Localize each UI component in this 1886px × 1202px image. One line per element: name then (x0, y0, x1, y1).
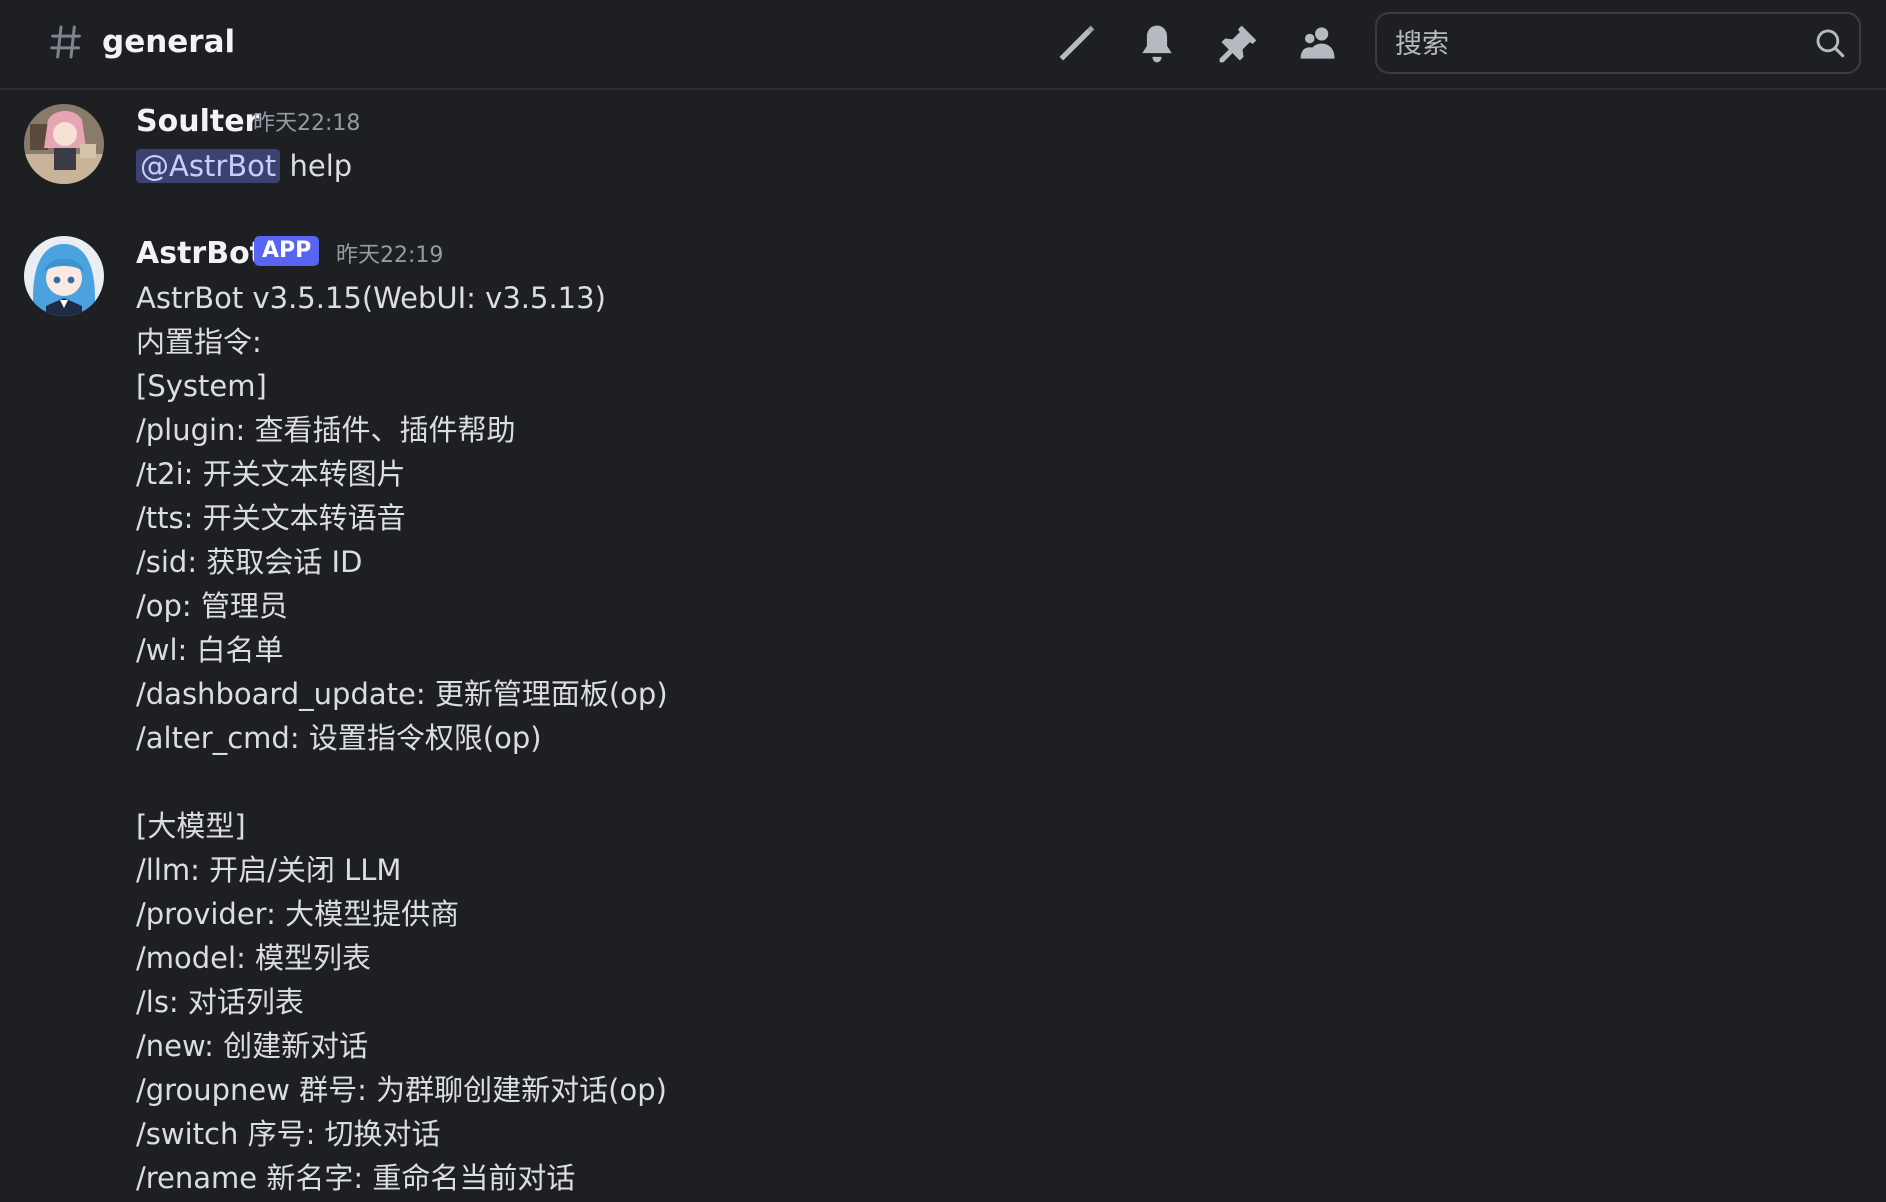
message-line: AstrBot v3.5.15(WebUI: v3.5.13) (136, 281, 606, 315)
message-line: /switch 序号: 切换对话 (136, 1117, 441, 1151)
message-line: /sid: 获取会话 ID (136, 545, 363, 579)
message-line: /provider: 大模型提供商 (136, 897, 460, 931)
user-mention[interactable]: @AstrBot (136, 149, 281, 183)
message-line: /ls: 对话列表 (136, 985, 304, 1019)
bell-icon[interactable] (1135, 22, 1179, 66)
message-text: help (289, 149, 353, 183)
members-icon[interactable] (1296, 22, 1340, 66)
message-line: /groupnew 群号: 为群聊创建新对话(op) (136, 1073, 667, 1107)
message-timestamp: 昨天22:19 (336, 243, 444, 268)
message-line: /llm: 开启/关闭 LLM (136, 853, 402, 887)
threads-icon[interactable] (1054, 22, 1098, 66)
message-line: /rename 新名字: 重命名当前对话 (136, 1161, 576, 1195)
avatar[interactable] (24, 104, 104, 184)
message-line: /op: 管理员 (136, 589, 288, 623)
message-line: 内置指令: (136, 325, 262, 359)
message-line: /dashboard_update: 更新管理面板(op) (136, 677, 668, 711)
app-badge: APP (254, 236, 320, 266)
message-line: /new: 创建新对话 (136, 1029, 369, 1063)
message-line: /alter_cmd: 设置指令权限(op) (136, 721, 542, 755)
message-author[interactable]: Soulter (136, 102, 259, 142)
avatar[interactable] (24, 236, 104, 316)
message-line: [System] (136, 369, 267, 403)
message-line: [大模型] (136, 809, 246, 843)
channel-header: general (0, 0, 1886, 90)
message-line: /plugin: 查看插件、插件帮助 (136, 413, 516, 447)
message-content: @AstrBot help (136, 144, 352, 188)
message-timestamp: 昨天22:18 (253, 111, 361, 136)
message-line: /wl: 白名单 (136, 633, 284, 667)
search-box[interactable] (1375, 12, 1861, 74)
message-line: /tts: 开关文本转语音 (136, 501, 406, 535)
search-icon[interactable] (1813, 26, 1847, 60)
message-line: /t2i: 开关文本转图片 (136, 457, 406, 491)
search-input[interactable] (1393, 24, 1797, 64)
channel-name: general (102, 24, 236, 60)
message-line: /model: 模型列表 (136, 941, 372, 975)
hashtag-icon (50, 25, 81, 59)
pin-icon[interactable] (1216, 22, 1260, 66)
message-author[interactable]: AstrBot (136, 234, 264, 274)
